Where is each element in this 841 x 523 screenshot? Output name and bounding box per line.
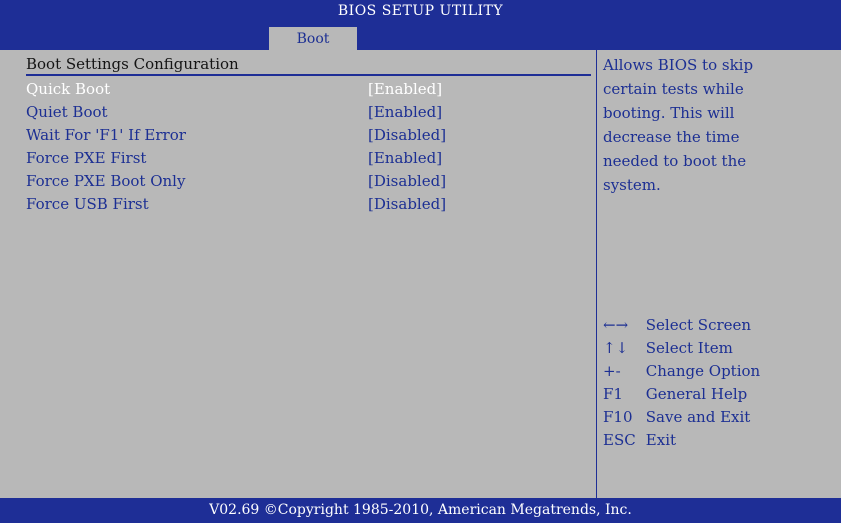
help-line: needed to boot the [603,152,747,170]
key-row-general-help: F1 General Help [603,383,760,406]
key-up-down-arrows: ↑↓ [603,339,629,357]
key-action: Exit [645,431,677,449]
key-left-right-arrows: ←→ [603,316,629,334]
app-title: BIOS SETUP UTILITY [337,3,504,19]
setting-row-force-pxe-first[interactable]: Force PXE First [Enabled] [26,149,586,171]
key-row-exit: ESC Exit [603,429,760,452]
key-row-select-screen: ←→ Select Screen [603,314,760,337]
setting-row-quiet-boot[interactable]: Quiet Boot [Enabled] [26,103,586,125]
footer-copyright: V02.69 ©Copyright 1985-2010, American Me… [0,498,841,523]
setting-row-quick-boot[interactable]: Quick Boot [Enabled] [26,80,586,102]
setting-value[interactable]: [Disabled] [368,172,446,190]
setting-label: Wait For 'F1' If Error [26,126,186,144]
setting-value[interactable]: [Disabled] [368,126,446,144]
setting-label: Quiet Boot [26,103,108,121]
key-action: Change Option [645,362,761,380]
setting-value[interactable]: [Enabled] [368,103,442,121]
key-f10: F10 [603,408,633,426]
key-action: Save and Exit [645,408,751,426]
help-line: certain tests while [603,80,744,98]
key-action: General Help [645,385,748,403]
section-title: Boot Settings Configuration [26,55,239,73]
setting-label: Force PXE First [26,149,147,167]
help-line: booting. This will [603,104,735,122]
main-panel: Boot Settings Configuration Quick Boot [… [10,50,595,498]
section-divider [26,74,591,76]
key-esc: ESC [603,431,636,449]
key-f1: F1 [603,385,623,403]
key-plus-minus: +- [603,362,621,380]
setting-row-force-usb-first[interactable]: Force USB First [Disabled] [26,195,586,217]
setting-row-wait-f1[interactable]: Wait For 'F1' If Error [Disabled] [26,126,586,148]
key-row-select-item: ↑↓ Select Item [603,337,760,360]
key-row-change-option: +- Change Option [603,360,760,383]
help-line: decrease the time [603,128,740,146]
key-row-save-exit: F10 Save and Exit [603,406,760,429]
help-line: Allows BIOS to skip [603,56,754,74]
setting-value[interactable]: [Disabled] [368,195,446,213]
key-action: Select Item [645,339,733,357]
setting-value[interactable]: [Enabled] [368,149,442,167]
setting-value[interactable]: [Enabled] [368,80,442,98]
help-description: Allows BIOS to skip certain tests while … [603,53,838,197]
help-panel: Allows BIOS to skip certain tests while … [596,50,841,498]
setting-label: Force PXE Boot Only [26,172,186,190]
setting-label: Force USB First [26,195,149,213]
top-bar: BIOS SETUP UTILITY Boot [0,0,841,50]
setting-label: Quick Boot [26,80,111,98]
help-line: system. [603,176,661,194]
key-legend: ←→ Select Screen ↑↓ Select Item +- Chang… [603,314,760,452]
key-action: Select Screen [645,316,752,334]
tab-boot[interactable]: Boot [269,27,357,50]
setting-row-force-pxe-boot-only[interactable]: Force PXE Boot Only [Disabled] [26,172,586,194]
